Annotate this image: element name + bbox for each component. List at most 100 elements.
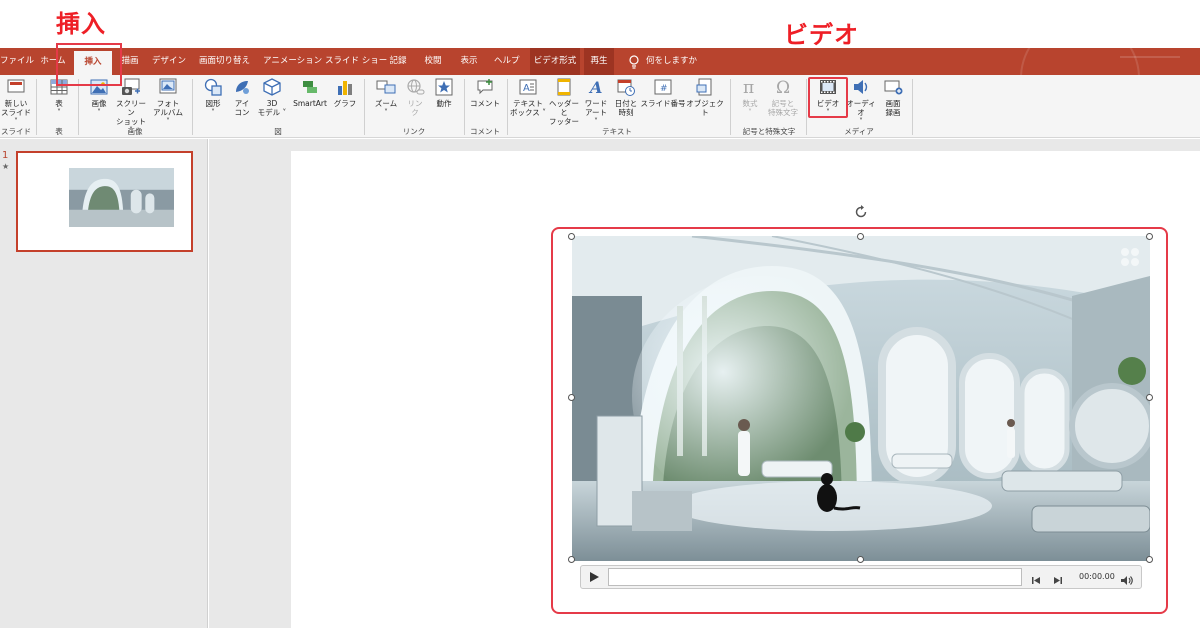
equation-button[interactable]: π 数式 ˅ [736, 77, 764, 117]
svg-text:A: A [588, 78, 602, 97]
tell-me-search[interactable]: 何をしますか [646, 48, 697, 75]
resize-handle-right[interactable] [1146, 394, 1153, 401]
video-button-highlight-box [808, 77, 848, 118]
new-slide-button[interactable]: 新しい スライド ˅ [0, 77, 32, 126]
symbol-button[interactable]: Ω 記号と 特殊文字 [764, 77, 802, 117]
group-separator [192, 79, 193, 135]
skip-back-icon[interactable] [1030, 571, 1042, 584]
group-separator [507, 79, 508, 135]
skip-forward-icon[interactable] [1052, 571, 1064, 584]
play-icon[interactable] [586, 569, 602, 585]
screen-recording-button[interactable]: 画面 録画 [878, 77, 908, 117]
tab-animations[interactable]: アニメーション [263, 48, 322, 75]
ribbon: 新しい スライド ˅ スライド 表 ˅ 表 画像 ˅ スクリーン ショット ˅ … [0, 75, 1200, 138]
group-label-links: リンク [402, 127, 426, 136]
shapes-icon [203, 77, 223, 97]
group-label-table: 表 [55, 127, 63, 136]
speaker-icon [851, 77, 871, 97]
3d-models-button[interactable]: 3D モデル ˅ [256, 77, 288, 117]
date-time-button[interactable]: 日付と 時刻 [612, 77, 640, 117]
tab-record[interactable]: 記録 [389, 48, 407, 75]
comment-button[interactable]: コメント [468, 77, 502, 108]
annotation-video-label: ビデオ [784, 21, 859, 49]
tab-help[interactable]: ヘルプ [494, 48, 520, 75]
resize-handle-bottom[interactable] [857, 556, 864, 563]
link-button[interactable]: リン ク [402, 77, 428, 117]
header-footer-icon [554, 77, 574, 97]
seek-bar[interactable] [608, 568, 1022, 586]
image-label: 画像 ˅ [91, 99, 107, 117]
svg-text:#: # [660, 84, 668, 94]
new-slide-icon [6, 77, 26, 97]
zoom-button[interactable]: ズーム ˅ [370, 77, 402, 117]
volume-icon[interactable] [1120, 571, 1134, 585]
smartart-label: SmartArt [293, 99, 327, 108]
audio-button[interactable]: オーディオ ˅ [844, 77, 878, 126]
animation-star-icon: ★ [2, 162, 10, 171]
tab-video-format[interactable]: ビデオ形式 [530, 48, 580, 75]
slide-number: 1 [2, 150, 9, 161]
wordart-button[interactable]: A ワード アート ˅ [582, 77, 610, 126]
group-label-comments: コメント [470, 127, 500, 136]
symbol-label: 記号と 特殊文字 [768, 99, 798, 117]
zoom-label: ズーム ˅ [374, 99, 398, 117]
resize-handle-left[interactable] [568, 394, 575, 401]
slide-number-icon: # [653, 77, 673, 97]
resize-handle-bottom-right[interactable] [1146, 556, 1153, 563]
header-footer-label: ヘッダーと フッター [549, 99, 579, 126]
group-label-slide: スライド [1, 127, 31, 136]
slide-number-button[interactable]: # スライド番号 [640, 77, 686, 108]
resize-handle-top-left[interactable] [568, 233, 575, 240]
tab-review[interactable]: 校閲 [424, 48, 442, 75]
shapes-button[interactable]: 図形 ˅ [198, 77, 228, 117]
zoom-icon [376, 77, 396, 97]
chart-button[interactable]: グラフ [332, 77, 358, 108]
globe-link-icon [405, 77, 425, 97]
slide-number-label: スライド番号 [640, 99, 686, 108]
icons-button[interactable]: アイ コン [228, 77, 256, 117]
textbox-label: テキスト ボックス ˅ [510, 99, 546, 117]
icons-label: アイ コン [234, 99, 250, 117]
tab-playback[interactable]: 再生 [584, 48, 614, 75]
group-separator [730, 79, 731, 135]
group-label-text: テキスト [602, 127, 632, 136]
tab-design[interactable]: デザイン [152, 48, 186, 75]
tab-transitions[interactable]: 画面切り替え [199, 48, 250, 75]
tab-draw[interactable]: 描画 [120, 48, 140, 75]
rotate-handle-icon[interactable] [853, 204, 869, 220]
textbox-button[interactable]: A テキスト ボックス ˅ [510, 77, 546, 117]
group-separator [912, 79, 913, 135]
video-poster-frame[interactable] [572, 234, 1155, 561]
resize-handle-top[interactable] [857, 233, 864, 240]
tab-file[interactable]: ファイル [0, 48, 34, 75]
new-slide-label: 新しい スライド ˅ [1, 99, 31, 126]
tab-slideshow[interactable]: スライド ショー [325, 48, 387, 75]
header-footer-button[interactable]: ヘッダーと フッター [546, 77, 582, 126]
tab-view[interactable]: 表示 [460, 48, 478, 75]
cube-icon [262, 77, 282, 97]
group-label-illustrations: 図 [274, 127, 282, 136]
group-label-media: メディア [844, 127, 874, 136]
resize-handle-bottom-left[interactable] [568, 556, 575, 563]
group-separator [36, 79, 37, 135]
icons-icon [232, 77, 252, 97]
smartart-button[interactable]: SmartArt [288, 77, 332, 108]
svg-text:A: A [523, 83, 530, 94]
video-timecode: 00:00.00 [1079, 572, 1115, 581]
group-separator [78, 79, 79, 135]
screen-recording-icon [883, 77, 903, 97]
resize-handle-top-right[interactable] [1146, 233, 1153, 240]
calendar-clock-icon [616, 77, 636, 97]
screenshot-icon [121, 77, 141, 97]
3d-models-label: 3D モデル ˅ [257, 99, 287, 117]
screen-recording-label: 画面 録画 [885, 99, 901, 117]
object-button[interactable]: オブジェクト [686, 77, 724, 117]
action-button[interactable]: 動作 [430, 77, 458, 108]
group-separator [364, 79, 365, 135]
group-separator [464, 79, 465, 135]
wordart-label: ワード アート ˅ [584, 99, 608, 126]
bar-chart-icon [335, 77, 355, 97]
lightbulb-icon [628, 54, 640, 69]
photo-album-button[interactable]: フォト アルバム ˅ [150, 77, 186, 126]
group-label-symbols: 記号と特殊文字 [742, 127, 796, 136]
